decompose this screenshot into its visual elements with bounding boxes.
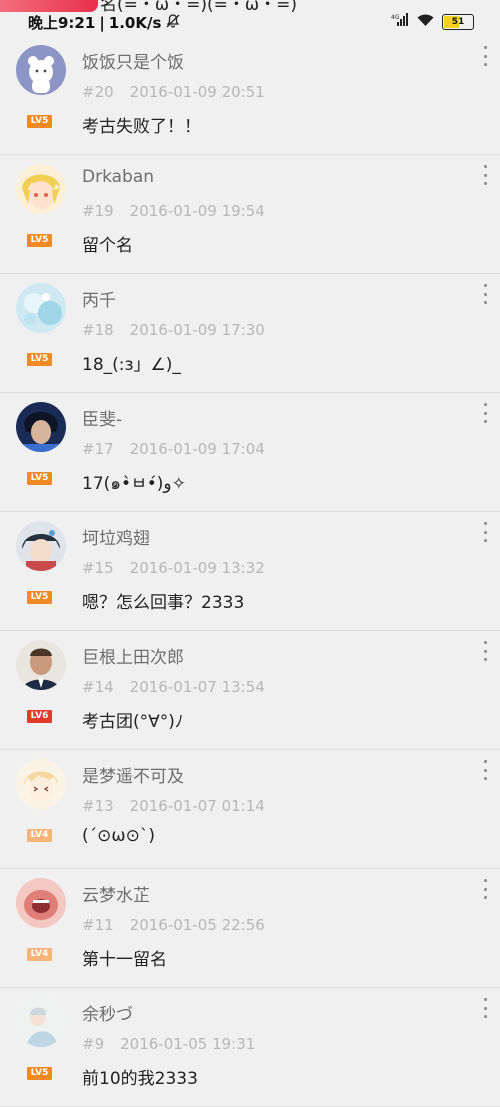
more-options-icon[interactable] bbox=[480, 998, 490, 1018]
comment-meta: #17 2016-01-09 17:04 bbox=[82, 440, 265, 458]
username[interactable]: 云梦水芷 bbox=[82, 881, 150, 906]
comment-time: 2016-01-05 19:31 bbox=[120, 1035, 256, 1053]
user-avatar[interactable] bbox=[16, 521, 66, 571]
username[interactable]: 丙千 bbox=[82, 286, 116, 311]
comment-text: 嗯？怎么回事？2333 bbox=[82, 593, 245, 613]
level-badge: LV5 bbox=[27, 1067, 52, 1080]
comment-meta: #20 2016-01-09 20:51 bbox=[82, 83, 265, 101]
more-options-icon[interactable] bbox=[480, 284, 490, 304]
username[interactable]: Drkaban bbox=[82, 167, 154, 187]
level-badge: LV4 bbox=[27, 829, 52, 842]
floor-number: #11 bbox=[82, 916, 114, 934]
status-left: 晚上9:21 | 1.0K/s bbox=[28, 12, 181, 33]
wifi-icon bbox=[417, 12, 434, 31]
more-options-icon[interactable] bbox=[480, 165, 490, 185]
signal-icon: 4G bbox=[391, 12, 409, 31]
comment-item[interactable]: LV5 臣斐- #17 2016-01-09 17:04 17(๑•̀ㅂ•́)و✧ bbox=[0, 393, 500, 512]
floor-number: #15 bbox=[82, 559, 114, 577]
more-options-icon[interactable] bbox=[480, 522, 490, 542]
status-bar: 名(=・ω・=)(=・ω・=) 晚上9:21 | 1.0K/s 4G 51 bbox=[0, 0, 500, 36]
comment-item[interactable]: LV5 丙千 #18 2016-01-09 17:30 18_(:з」∠)_ bbox=[0, 274, 500, 393]
user-avatar[interactable] bbox=[16, 164, 66, 214]
comment-meta: #18 2016-01-09 17:30 bbox=[82, 321, 265, 339]
comment-text: 第十一留名 bbox=[82, 950, 167, 970]
floor-number: #19 bbox=[82, 202, 114, 220]
level-badge: LV4 bbox=[27, 948, 52, 961]
comment-time: 2016-01-09 17:04 bbox=[129, 440, 265, 458]
comment-time: 2016-01-07 13:54 bbox=[129, 678, 265, 696]
user-avatar[interactable] bbox=[16, 402, 66, 452]
more-options-icon[interactable] bbox=[480, 760, 490, 780]
more-options-icon[interactable] bbox=[480, 641, 490, 661]
level-badge: LV5 bbox=[27, 115, 52, 128]
username[interactable]: 臣斐- bbox=[82, 405, 122, 430]
comment-meta: #14 2016-01-07 13:54 bbox=[82, 678, 265, 696]
username[interactable]: 巨根上田次郎 bbox=[82, 643, 184, 668]
comment-meta: #11 2016-01-05 22:56 bbox=[82, 916, 265, 934]
comment-time: 2016-01-09 13:32 bbox=[129, 559, 265, 577]
network-speed: 1.0K/s bbox=[108, 13, 162, 32]
comment-text: 前10的我2333 bbox=[82, 1069, 198, 1089]
comment-list: LV5 饭饭只是个饭 #20 2016-01-09 20:51 考古失败了！！ L… bbox=[0, 36, 500, 1107]
comment-text: 18_(:з」∠)_ bbox=[82, 355, 181, 375]
notification-pill bbox=[0, 0, 98, 12]
level-badge: LV5 bbox=[27, 591, 52, 604]
comment-item[interactable]: LV5 Drkaban #19 2016-01-09 19:54 留个名 bbox=[0, 155, 500, 274]
user-avatar[interactable] bbox=[16, 45, 66, 95]
comment-item[interactable]: LV5 坷垃鸡翅 #15 2016-01-09 13:32 嗯？怎么回事？2333 bbox=[0, 512, 500, 631]
status-separator: | bbox=[99, 13, 105, 32]
comment-time: 2016-01-07 01:14 bbox=[129, 797, 265, 815]
user-avatar[interactable] bbox=[16, 640, 66, 690]
status-time: 晚上9:21 bbox=[28, 14, 96, 32]
svg-text:4G: 4G bbox=[391, 14, 400, 21]
username[interactable]: 余秒づ bbox=[82, 1000, 133, 1025]
user-avatar[interactable] bbox=[16, 283, 66, 333]
comment-item[interactable]: LV6 巨根上田次郎 #14 2016-01-07 13:54 考古团(°∀°)ﾉ bbox=[0, 631, 500, 750]
comment-item[interactable]: LV4 云梦水芷 #11 2016-01-05 22:56 第十一留名 bbox=[0, 869, 500, 988]
more-options-icon[interactable] bbox=[480, 403, 490, 423]
comment-item[interactable]: LV5 余秒づ #9 2016-01-05 19:31 前10的我2333 bbox=[0, 988, 500, 1107]
comment-text: 考古失败了！！ bbox=[82, 117, 201, 137]
comment-text: 留个名 bbox=[82, 236, 133, 256]
more-options-icon[interactable] bbox=[480, 46, 490, 66]
mute-bell-icon bbox=[165, 13, 181, 33]
username[interactable]: 坷垃鸡翅 bbox=[82, 524, 150, 549]
user-avatar[interactable] bbox=[16, 878, 66, 928]
comment-meta: #9 2016-01-05 19:31 bbox=[82, 1035, 255, 1053]
floor-number: #14 bbox=[82, 678, 114, 696]
level-badge: LV5 bbox=[27, 234, 52, 247]
user-avatar[interactable] bbox=[16, 997, 66, 1047]
comment-text: (´⊙ω⊙`) bbox=[82, 826, 155, 846]
floor-number: #9 bbox=[82, 1035, 105, 1053]
more-options-icon[interactable] bbox=[480, 879, 490, 899]
floor-number: #17 bbox=[82, 440, 114, 458]
comment-time: 2016-01-09 17:30 bbox=[129, 321, 265, 339]
comment-meta: #19 2016-01-09 19:54 bbox=[82, 202, 265, 220]
floor-number: #18 bbox=[82, 321, 114, 339]
comment-time: 2016-01-05 22:56 bbox=[129, 916, 265, 934]
floor-number: #20 bbox=[82, 83, 114, 101]
floor-number: #13 bbox=[82, 797, 114, 815]
comment-time: 2016-01-09 19:54 bbox=[129, 202, 265, 220]
level-badge: LV5 bbox=[27, 472, 52, 485]
status-right: 4G 51 bbox=[391, 12, 474, 31]
comment-item[interactable]: LV4 是梦遥不可及 #13 2016-01-07 01:14 (´⊙ω⊙`) bbox=[0, 750, 500, 869]
comment-text: 考古团(°∀°)ﾉ bbox=[82, 712, 184, 732]
level-badge: LV5 bbox=[27, 353, 52, 366]
battery-icon: 51 bbox=[442, 13, 474, 30]
comment-meta: #13 2016-01-07 01:14 bbox=[82, 797, 265, 815]
comment-item[interactable]: LV5 饭饭只是个饭 #20 2016-01-09 20:51 考古失败了！！ bbox=[0, 36, 500, 155]
comment-time: 2016-01-09 20:51 bbox=[129, 83, 265, 101]
username[interactable]: 饭饭只是个饭 bbox=[82, 48, 184, 73]
comment-meta: #15 2016-01-09 13:32 bbox=[82, 559, 265, 577]
username[interactable]: 是梦遥不可及 bbox=[82, 762, 184, 787]
user-avatar[interactable] bbox=[16, 759, 66, 809]
comment-text: 17(๑•̀ㅂ•́)و✧ bbox=[82, 474, 186, 494]
battery-level: 51 bbox=[451, 16, 465, 27]
level-badge: LV6 bbox=[27, 710, 52, 723]
